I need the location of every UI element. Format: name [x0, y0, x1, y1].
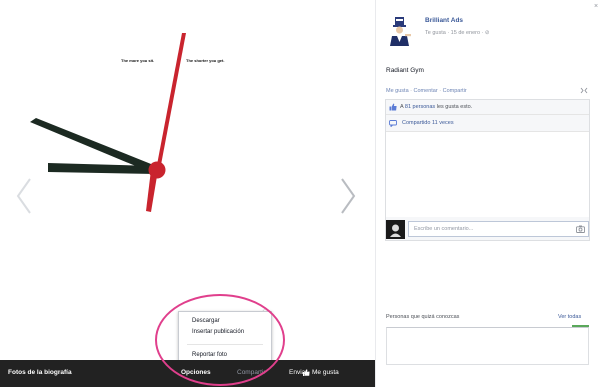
- user-avatar: [386, 220, 405, 239]
- thumbs-up-icon: [389, 103, 397, 111]
- likes-text: A 81 personas les gusta esto.: [400, 104, 473, 110]
- post-meta: Te gusta · 15 de enero · ⊘: [425, 30, 490, 36]
- close-icon[interactable]: ×: [594, 3, 598, 10]
- chevron-left-icon: [16, 178, 31, 214]
- post-action-links: Me gusta · Comentar · Compartir: [386, 88, 467, 94]
- thumbs-up-icon: [303, 369, 310, 376]
- photo-slogan-right: The shorter you get.: [186, 58, 225, 63]
- next-photo-button[interactable]: [338, 176, 358, 216]
- people-you-may-know-title: Personas que quizá conozcas: [386, 314, 460, 320]
- album-title[interactable]: Fotos de la biografía: [8, 369, 72, 376]
- collapse-icon[interactable]: [580, 87, 588, 94]
- photo-viewer: The more you sit. The shorter you get. D…: [0, 0, 375, 387]
- uncle-sam-avatar-image: [386, 16, 416, 46]
- shares-link[interactable]: Compartido 11 veces: [402, 120, 454, 126]
- likes-summary: A 81 personas les gusta esto.: [386, 100, 589, 115]
- photo-slogan-left: The more you sit.: [121, 58, 155, 63]
- post-comment-link[interactable]: Comentar: [414, 88, 438, 94]
- likers-link[interactable]: 81 personas: [405, 104, 435, 110]
- comments-area: [386, 132, 589, 217]
- post-sidebar: × Brilliant Ads Te gusta · 15 de enero ·…: [375, 0, 600, 387]
- post-like-link[interactable]: Me gusta: [386, 88, 409, 94]
- share-icon: [389, 120, 397, 127]
- feedback-box: A 81 personas les gusta esto. Compartido…: [385, 99, 590, 241]
- page-name-link[interactable]: Brilliant Ads: [425, 17, 463, 24]
- page-avatar[interactable]: [386, 16, 416, 46]
- previous-photo-button[interactable]: [14, 176, 34, 216]
- highlight-annotation-circle: [155, 294, 285, 386]
- comment-input[interactable]: [408, 221, 589, 237]
- user-avatar-image: [386, 220, 405, 239]
- people-you-may-know-box: [386, 327, 589, 365]
- shares-summary: Compartido 11 veces: [386, 115, 589, 132]
- clock-second-hand: [156, 33, 186, 170]
- post-share-link[interactable]: Compartir: [443, 88, 467, 94]
- post-text: Radiant Gym: [386, 67, 424, 74]
- clock-center-pin: [148, 161, 166, 179]
- camera-icon[interactable]: [576, 225, 585, 233]
- chevron-right-icon: [341, 178, 356, 214]
- see-all-link[interactable]: Ver todas: [558, 314, 581, 320]
- like-button[interactable]: Me gusta: [312, 369, 339, 376]
